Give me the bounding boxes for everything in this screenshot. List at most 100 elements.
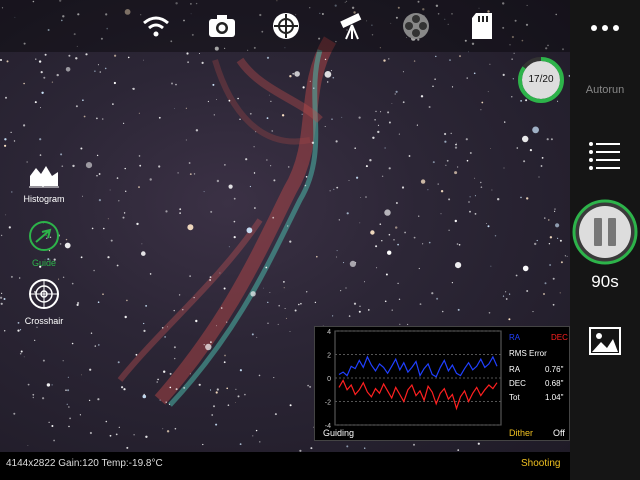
star (215, 423, 218, 426)
star (448, 229, 450, 231)
star (327, 81, 329, 83)
star (212, 83, 215, 86)
star (419, 303, 422, 305)
sd-card-icon[interactable] (466, 10, 498, 42)
star (187, 61, 190, 64)
gallery-image-icon[interactable] (589, 327, 621, 360)
star (250, 291, 256, 297)
star (381, 175, 384, 177)
star (216, 179, 220, 183)
autorun-label[interactable]: Autorun (570, 84, 640, 96)
filter-wheel-icon[interactable] (400, 10, 432, 42)
star (102, 293, 104, 296)
star (228, 246, 230, 248)
star (522, 265, 529, 272)
star (384, 300, 387, 303)
star (340, 290, 342, 292)
more-dots-icon[interactable] (589, 20, 621, 38)
guiding-graph-panel[interactable]: 4 2 0 -2 -4 Guiding RA DEC RMS Error RA 0.76… (314, 326, 570, 441)
star (167, 326, 168, 328)
series-line-ra (338, 355, 498, 378)
star (35, 58, 37, 60)
star (233, 197, 236, 200)
star (13, 140, 16, 142)
star (239, 369, 242, 372)
dither-state[interactable]: Off (553, 428, 565, 438)
status-state-text: Shooting (521, 458, 561, 469)
star (235, 388, 237, 390)
star (143, 393, 145, 396)
star (505, 291, 507, 293)
star (523, 160, 526, 163)
star (85, 53, 88, 56)
guide-label: Guide (31, 258, 57, 268)
star (71, 282, 74, 285)
star (287, 166, 290, 168)
star (428, 106, 431, 108)
star (309, 80, 311, 82)
star (187, 224, 194, 231)
star (133, 434, 135, 436)
star (532, 126, 539, 134)
star (540, 165, 543, 167)
star (446, 159, 449, 162)
star (283, 281, 285, 283)
dither-label[interactable]: Dither (509, 428, 533, 438)
star (273, 377, 275, 379)
star (391, 103, 393, 104)
crosshair-tool[interactable]: Crosshair (18, 278, 70, 326)
focus-crosshair-icon[interactable] (270, 10, 302, 42)
star (56, 73, 59, 77)
star (0, 59, 2, 61)
star (224, 354, 226, 357)
star (177, 172, 179, 174)
star (306, 291, 308, 293)
frame-counter[interactable]: 17/20 (518, 57, 564, 103)
star (448, 198, 451, 201)
star (349, 260, 356, 267)
star (201, 61, 204, 64)
star (278, 304, 281, 307)
telescope-icon[interactable] (336, 10, 368, 42)
guide-tool[interactable]: Guide (18, 220, 70, 268)
star (169, 372, 172, 375)
star (109, 434, 112, 437)
star (68, 406, 70, 408)
legend-dec: DEC (551, 333, 568, 342)
star (384, 209, 391, 216)
star (135, 353, 138, 356)
exposure-time-label[interactable]: 90s (570, 272, 640, 292)
star (546, 138, 549, 141)
star (465, 138, 468, 141)
star (68, 54, 71, 57)
star (215, 391, 218, 394)
guiding-graph: 420-2-4 (325, 329, 502, 430)
star (239, 443, 242, 445)
star (316, 255, 318, 258)
star (309, 385, 312, 388)
star (13, 412, 16, 415)
star (451, 282, 453, 284)
star (159, 399, 161, 401)
histogram-tool[interactable]: Histogram (18, 162, 70, 204)
star (497, 198, 500, 201)
rms-ra-label: RA (509, 365, 521, 374)
list-menu-icon[interactable] (588, 140, 622, 175)
camera-icon[interactable] (206, 10, 238, 42)
crosshair-icon (28, 279, 60, 314)
star (141, 243, 143, 245)
star (67, 389, 70, 392)
star (0, 234, 3, 237)
star (80, 256, 83, 259)
star (469, 152, 472, 154)
legend-ra: RA (509, 333, 521, 342)
pause-button[interactable] (571, 198, 639, 271)
star (94, 345, 97, 347)
star (252, 435, 254, 437)
star (385, 273, 388, 276)
star (368, 309, 370, 311)
star (0, 296, 3, 299)
star (336, 250, 338, 252)
wifi-icon[interactable] (140, 10, 172, 42)
star (213, 114, 215, 116)
